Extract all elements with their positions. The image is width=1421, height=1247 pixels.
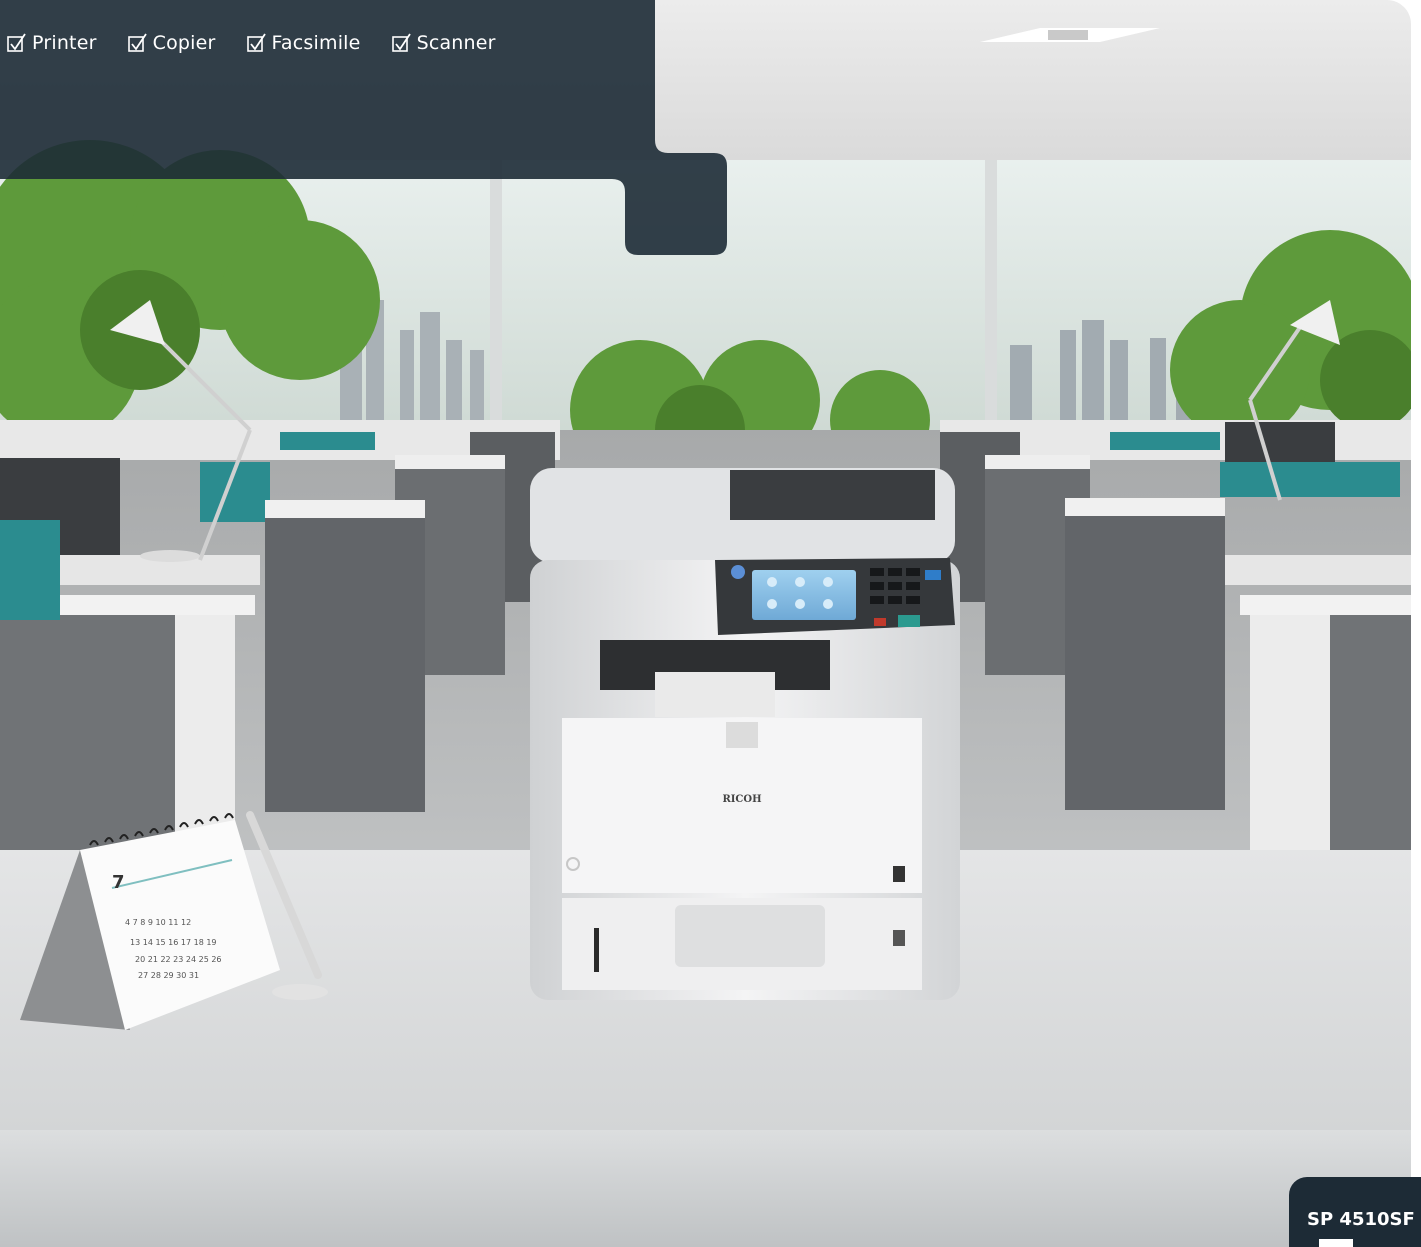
feature-label: Scanner — [416, 32, 496, 54]
checkbox-icon — [127, 33, 147, 52]
feature-label: Printer — [32, 32, 97, 54]
calendar-month: 7 — [112, 872, 125, 893]
feature-facsimile: Facsimile — [246, 32, 361, 54]
svg-text:4 7 8 9 10 11 12: 4 7 8 9 10 11 12 — [125, 918, 191, 927]
checkbox-icon — [246, 33, 266, 52]
svg-text:13 14 15 16 17 18 19: 13 14 15 16 17 18 19 — [130, 938, 217, 947]
feature-printer: Printer — [6, 32, 97, 54]
mfp-printer-image: RICOH — [530, 468, 960, 1000]
model-name: SP 4510SF — [1307, 1209, 1415, 1230]
model-badge: SP 4510SF — [1289, 1177, 1421, 1247]
printer-brand-logo: RICOH — [722, 794, 761, 805]
badge-mark — [1319, 1239, 1353, 1247]
feature-copier: Copier — [127, 32, 216, 54]
svg-text:27 28 29 30 31: 27 28 29 30 31 — [138, 971, 199, 980]
checkbox-icon — [391, 33, 411, 52]
feature-label: Facsimile — [271, 32, 361, 54]
svg-text:20 21 22 23 24 25 26: 20 21 22 23 24 25 26 — [135, 955, 222, 964]
feature-label: Copier — [152, 32, 216, 54]
brochure-cover: 7 4 7 8 9 10 11 12 13 14 15 16 17 18 19 … — [0, 0, 1421, 1247]
checkbox-icon — [7, 33, 26, 52]
feature-scanner: Scanner — [391, 32, 496, 54]
feature-list: Printer Copier Facsimile Scanner — [0, 0, 660, 94]
